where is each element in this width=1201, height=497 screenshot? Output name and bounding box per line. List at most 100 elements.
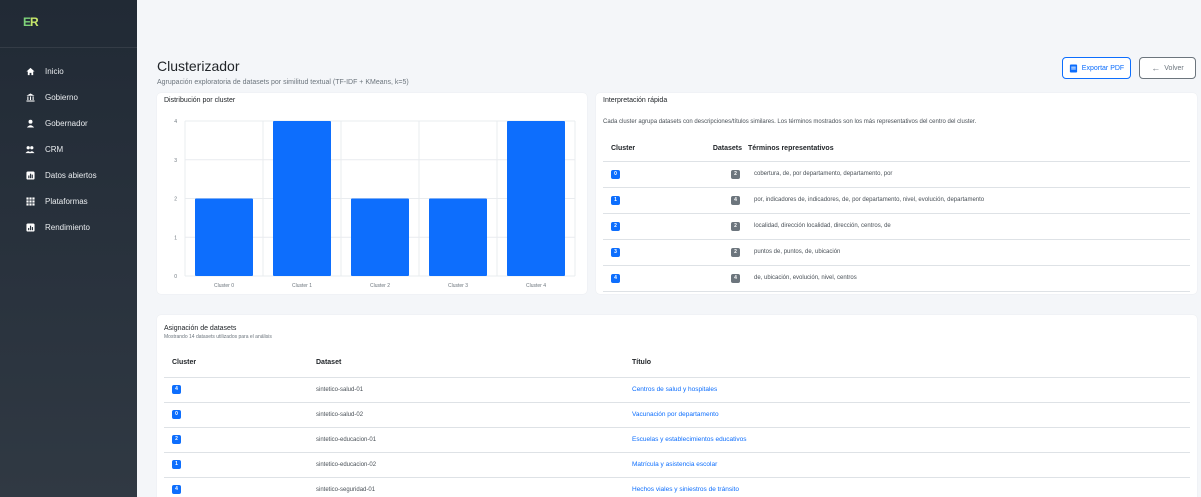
bar bbox=[351, 198, 409, 276]
sidebar-item-label: CRM bbox=[45, 144, 64, 154]
sidebar-nav: Inicio Gobierno Gobernador CRM Datos abi… bbox=[0, 58, 137, 240]
y-tick-label: 1 bbox=[174, 235, 177, 241]
sidebar-item-label: Datos abiertos bbox=[45, 170, 97, 180]
table-row: 0 sintetico-salud-02 Vacunación por depart… bbox=[164, 402, 1190, 428]
bank-icon bbox=[25, 92, 35, 102]
cluster-cell: 1 bbox=[164, 452, 316, 478]
interpretation-row: 3 2 puntos de, puntos, de, ubicación bbox=[603, 239, 1190, 266]
dataset-title-link[interactable]: Centros de salud y hospitales bbox=[632, 377, 1190, 403]
header-terms: Términos representativos bbox=[748, 137, 1190, 162]
cluster-badge: 0 bbox=[172, 410, 181, 419]
sidebar-item-gobernador[interactable]: Gobernador bbox=[0, 110, 137, 136]
cluster-badge: 0 bbox=[611, 169, 620, 179]
sidebar-item-label: Gobernador bbox=[45, 118, 88, 128]
header-titulo: Título bbox=[632, 349, 1190, 378]
home-icon bbox=[25, 66, 35, 76]
dataset-cell: sintetico-educacion-01 bbox=[316, 427, 632, 453]
cluster-badge: 2 bbox=[611, 221, 620, 231]
cluster-cell: 0 bbox=[164, 402, 316, 428]
header-dataset: Dataset bbox=[316, 349, 632, 378]
terms-cell: puntos de, puntos, de, ubicación bbox=[748, 239, 1190, 266]
cluster-cell: 2 bbox=[164, 427, 316, 453]
interpretation-description: Cada cluster agrupa datasets con descrip… bbox=[603, 119, 977, 125]
cluster-badge: 1 bbox=[611, 195, 620, 205]
export-pdf-button[interactable]: Exportar PDF bbox=[1062, 57, 1131, 79]
terms-cell: de, ubicación, evolución, nivel, centros bbox=[748, 265, 1190, 292]
sidebar-item-datos-abiertos[interactable]: Datos abiertos bbox=[0, 162, 137, 188]
page-subtitle: Agrupación exploratoria de datasets por … bbox=[157, 79, 409, 86]
logo-letter-e: E bbox=[23, 15, 31, 29]
terms-cell: por, indicadores de, indicadores, de, po… bbox=[748, 187, 1190, 214]
x-tick-label: Cluster 2 bbox=[370, 283, 390, 289]
assignments-table: Cluster Dataset Título 4 sintetico-salud-… bbox=[164, 349, 1190, 497]
people-icon bbox=[25, 144, 35, 154]
datasets-cell: 4 bbox=[698, 265, 748, 292]
header-cluster: Cluster bbox=[603, 137, 698, 162]
page-title: Clusterizador bbox=[157, 58, 240, 74]
sidebar-item-crm[interactable]: CRM bbox=[0, 136, 137, 162]
datasets-count-badge: 2 bbox=[731, 169, 740, 179]
datasets-count-badge: 2 bbox=[731, 247, 740, 257]
y-tick-label: 4 bbox=[174, 119, 177, 125]
terms-cell: localidad, dirección localidad, direcció… bbox=[748, 213, 1190, 240]
file-pdf-icon bbox=[1069, 63, 1077, 73]
y-tick-label: 3 bbox=[174, 158, 177, 164]
datasets-count-badge: 4 bbox=[731, 195, 740, 205]
datasets-count-badge: 2 bbox=[731, 221, 740, 231]
x-tick-label: Cluster 1 bbox=[292, 283, 312, 289]
header-datasets: Datasets bbox=[698, 137, 748, 162]
sidebar-item-label: Inicio bbox=[45, 66, 64, 76]
table-row: 4 sintetico-salud-01 Centros de salud y ho… bbox=[164, 377, 1190, 403]
dataset-title-link[interactable]: Vacunación por departamento bbox=[632, 402, 1190, 428]
interpretation-row: 1 4 por, indicadores de, indicadores, de, … bbox=[603, 187, 1190, 214]
export-pdf-label: Exportar PDF bbox=[1081, 64, 1125, 72]
cluster-badge: 4 bbox=[611, 273, 620, 283]
person-icon bbox=[25, 118, 35, 128]
bar bbox=[273, 121, 331, 276]
cluster-cell: 1 bbox=[603, 187, 698, 214]
cluster-cell: 4 bbox=[164, 477, 316, 497]
cluster-cell: 4 bbox=[603, 265, 698, 292]
x-tick-label: Cluster 0 bbox=[214, 283, 234, 289]
cluster-cell: 4 bbox=[164, 377, 316, 403]
chart-icon bbox=[25, 222, 35, 232]
table-row: 1 sintetico-educacion-02 Matrícula y asist… bbox=[164, 452, 1190, 478]
dataset-cell: sintetico-salud-02 bbox=[316, 402, 632, 428]
cluster-badge: 2 bbox=[172, 435, 181, 444]
cluster-badge: 4 bbox=[172, 385, 181, 394]
cluster-cell: 0 bbox=[603, 161, 698, 188]
x-tick-label: Cluster 3 bbox=[448, 283, 468, 289]
sidebar-item-gobierno[interactable]: Gobierno bbox=[0, 84, 137, 110]
dataset-title-link[interactable]: Hechos viales y siniestros de tránsito bbox=[632, 477, 1190, 497]
datasets-count-badge: 4 bbox=[731, 273, 740, 283]
cluster-cell: 3 bbox=[603, 239, 698, 266]
table-row: 2 sintetico-educacion-01 Escuelas y establ… bbox=[164, 427, 1190, 453]
sidebar: ER Inicio Gobierno Gobernador CRM Datos … bbox=[0, 0, 137, 497]
bar bbox=[429, 198, 487, 276]
sidebar-item-rendimiento[interactable]: Rendimiento bbox=[0, 214, 137, 240]
arrow-left-icon: ← bbox=[1151, 62, 1161, 73]
terms-cell: cobertura, de, por departamento, departa… bbox=[748, 161, 1190, 188]
cluster-badge: 4 bbox=[172, 485, 181, 494]
assignments-card: Asignación de datasets Mostrando 14 data… bbox=[157, 315, 1197, 497]
datasets-cell: 4 bbox=[698, 187, 748, 214]
sidebar-item-label: Gobierno bbox=[45, 92, 78, 102]
x-tick-label: Cluster 4 bbox=[526, 283, 546, 289]
cluster-distribution-chart: 0 1 2 3 4 Cluster 0 Cluster 1 Cluster 2 Cluster … bbox=[174, 119, 576, 289]
datasets-cell: 2 bbox=[698, 161, 748, 188]
app-logo[interactable]: ER bbox=[23, 15, 39, 29]
dataset-title-link[interactable]: Escuelas y establecimientos educativos bbox=[632, 427, 1190, 453]
y-tick-label: 0 bbox=[174, 274, 177, 280]
interpretation-card: Interpretación rápida Cada cluster agrup… bbox=[596, 93, 1197, 294]
y-tick-label: 2 bbox=[174, 197, 177, 203]
logo-letter-r: R bbox=[30, 15, 39, 29]
bar bbox=[507, 121, 565, 276]
sidebar-item-plataformas[interactable]: Plataformas bbox=[0, 188, 137, 214]
interpretation-row: 2 2 localidad, dirección localidad, direcc… bbox=[603, 213, 1190, 240]
assignments-subtitle: Mostrando 14 datasets utilizados para el… bbox=[164, 334, 272, 340]
sidebar-item-inicio[interactable]: Inicio bbox=[0, 58, 137, 84]
back-button[interactable]: ← Volver bbox=[1139, 57, 1196, 79]
dataset-title-link[interactable]: Matrícula y asistencia escolar bbox=[632, 452, 1190, 478]
sidebar-divider bbox=[0, 47, 137, 48]
dataset-cell: sintetico-seguridad-01 bbox=[316, 477, 632, 497]
